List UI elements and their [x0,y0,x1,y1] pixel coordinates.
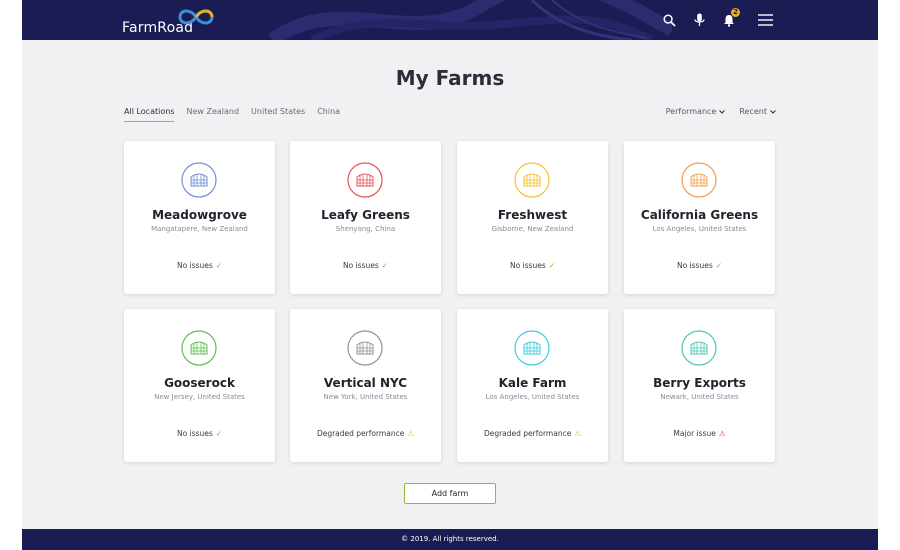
farm-card[interactable]: Berry Exports Newark, United States Major … [624,309,775,462]
checkmark-icon: ✓ [215,429,223,438]
farm-card[interactable]: California Greens Los Angeles, United Sta… [624,141,775,294]
greenhouse-icon [514,330,550,366]
footer: © 2019. All rights reserved. [22,529,878,550]
greenhouse-icon [347,330,383,366]
performance-dropdown[interactable]: Performance [666,107,726,116]
greenhouse-icon [181,162,217,198]
top-bar: FarmRoad 2 [22,0,878,40]
farm-card[interactable]: Leafy Greens Shenyang, China No issues ✓ [290,141,441,294]
menu-button[interactable] [756,11,774,29]
farm-card[interactable]: Meadowgrove Mangatapere, New Zealand No is… [124,141,275,294]
menu-icon [757,14,773,26]
notification-badge: 2 [731,8,740,17]
farm-name: Berry Exports [653,376,746,390]
status-text: Degraded performance [483,429,572,438]
farm-status: Degraded performance ⚠ [290,429,441,438]
farm-location: New York, United States [323,393,408,401]
greenhouse-icon [514,162,550,198]
recent-label: Recent [739,107,767,116]
chevron-down-icon [719,109,726,114]
chevron-down-icon [770,109,776,114]
search-button[interactable] [660,11,678,29]
farm-name: Meadowgrove [152,208,247,222]
tab-china[interactable]: China [317,107,340,122]
header-actions: 2 [660,8,774,30]
farm-status: No issues ✓ [124,261,275,270]
status-text: No issues [176,429,213,438]
checkmark-icon: ✓ [548,261,556,270]
status-text: Degraded performance [316,429,405,438]
sort-controls: Performance Recent [666,107,776,116]
farm-status: Major issue ⚠ [624,429,775,438]
tab-united-states[interactable]: United States [251,107,305,122]
greenhouse-icon [681,330,717,366]
copyright-text: © 2019. All rights reserved. [401,535,499,543]
infinity-logo-icon [178,9,214,25]
farm-status: No issues ✓ [457,261,608,270]
farm-status: No issues ✓ [290,261,441,270]
status-text: No issues [176,261,213,270]
performance-label: Performance [665,107,717,116]
farm-name: California Greens [640,208,759,222]
farm-status: Degraded performance ⚠ [457,429,608,438]
greenhouse-icon [181,330,217,366]
farm-location: Los Angeles, United States [652,225,747,233]
farm-name: Leafy Greens [321,208,410,222]
farm-name: Freshwest [497,208,568,222]
search-icon [662,13,676,27]
status-text: No issues [509,261,546,270]
tab-all-locations[interactable]: All Locations [124,107,175,122]
status-text: Major issue [673,429,716,438]
location-tabs: All Locations New Zealand United States … [124,107,340,122]
notifications-button[interactable]: 2 [720,8,740,29]
tab-new-zealand[interactable]: New Zealand [186,107,239,122]
farm-location: Newark, United States [660,393,739,401]
status-text: No issues [676,261,713,270]
page-title: My Farms [395,66,505,90]
checkmark-icon: ✓ [715,261,723,270]
warning-icon: ⚠ [718,429,726,438]
farm-location: Mangatapere, New Zealand [151,225,248,233]
farm-name: Gooserock [164,376,235,390]
farm-card[interactable]: Freshwest Gisborne, New Zealand No issues ✓ [457,141,608,294]
farm-card[interactable]: Vertical NYC New York, United States Degra… [290,309,441,462]
warning-icon: ⚠ [407,429,415,438]
farm-location: Los Angeles, United States [485,393,580,401]
warning-icon: ⚠ [574,429,582,438]
farm-name: Kale Farm [498,376,567,390]
microphone-icon [693,13,705,26]
farm-location: Gisborne, New Zealand [491,225,574,233]
farm-name: Vertical NYC [323,376,408,390]
greenhouse-icon [681,162,717,198]
header-decoration [267,0,672,40]
greenhouse-icon [347,162,383,198]
farm-status: No issues ✓ [624,261,775,270]
add-farm-button[interactable]: Add farm [404,483,496,504]
farm-location: New Jersey, United States [154,393,245,401]
voice-button[interactable] [690,11,708,29]
checkmark-icon: ✓ [215,261,223,270]
checkmark-icon: ✓ [381,261,389,270]
app-frame: FarmRoad 2 My Farms All Locations New Ze… [22,0,878,550]
status-text: No issues [342,261,379,270]
recent-dropdown[interactable]: Recent [739,107,776,116]
farm-status: No issues ✓ [124,429,275,438]
farm-location: Shenyang, China [335,225,396,233]
farm-card[interactable]: Kale Farm Los Angeles, United States Degra… [457,309,608,462]
farm-card[interactable]: Gooserock New Jersey, United States No iss… [124,309,275,462]
